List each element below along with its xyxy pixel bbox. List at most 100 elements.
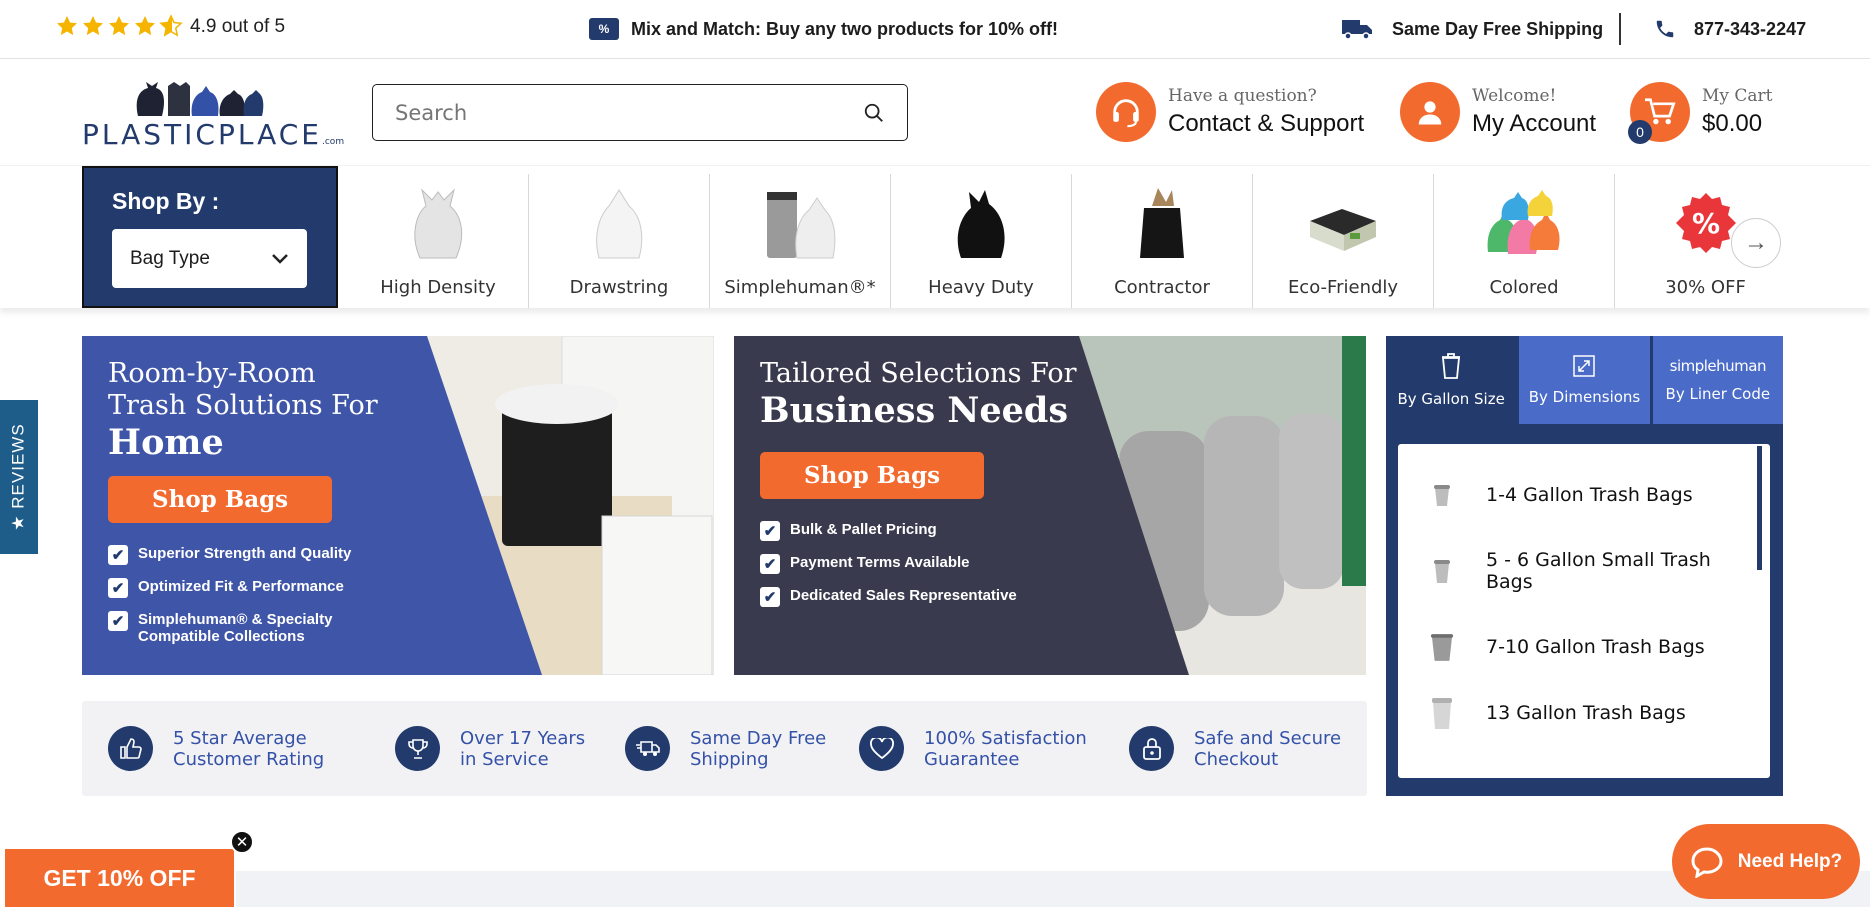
checkmark-icon: ✔ — [108, 611, 128, 631]
category-nav: Shop By : Bag Type High Density Drawstri… — [0, 165, 1870, 308]
tab-by-liner-code[interactable]: simplehuman By Liner Code — [1652, 336, 1783, 424]
home-banner-content: Room-by-Room Trash Solutions For Home Sh… — [108, 358, 408, 658]
logo-bags-icon — [134, 78, 264, 118]
category-heavy-duty[interactable]: Heavy Duty — [891, 174, 1072, 308]
divider — [1619, 13, 1621, 45]
list-item: ✔ Dedicated Sales Representative — [760, 587, 1077, 607]
promo-message[interactable]: % Mix and Match: Buy any two products fo… — [589, 18, 1058, 40]
checkmark-icon: ✔ — [108, 545, 128, 565]
support-caption: Have a question? — [1168, 86, 1317, 106]
contractor-bag-icon — [1122, 183, 1202, 263]
home-benefits-list: ✔ Superior Strength and Quality ✔ Optimize… — [108, 545, 408, 645]
reviews-side-tab[interactable]: ★ REVIEWS — [0, 400, 38, 554]
phone-icon — [1656, 20, 1674, 38]
arrow-right-icon: → — [1744, 229, 1768, 256]
gallon-size-list: 1-4 Gallon Trash Bags 5 - 6 Gallon Small… — [1398, 444, 1770, 778]
half-star-icon — [159, 14, 183, 37]
list-item[interactable]: 13 Gallon Trash Bags — [1398, 680, 1770, 746]
expand-icon — [1573, 355, 1596, 377]
list-item[interactable]: 5 - 6 Gallon Small Trash Bags — [1398, 528, 1770, 614]
close-icon[interactable]: ✕ — [230, 830, 254, 854]
medium-can-icon — [1430, 630, 1454, 664]
fast-shipping-icon — [625, 726, 670, 771]
small-can-icon — [1430, 478, 1454, 512]
search-input[interactable] — [395, 100, 863, 125]
feature-shipping: Same Day Free Shipping — [625, 726, 826, 771]
search-icon[interactable] — [863, 102, 885, 124]
trash-can-icon — [1442, 353, 1461, 379]
category-high-density[interactable]: High Density — [348, 174, 529, 308]
star-icon — [135, 16, 155, 36]
business-shop-bags-button[interactable]: Shop Bags — [760, 452, 985, 499]
rating-stars[interactable] — [55, 14, 183, 38]
kitchen-can-icon — [1430, 696, 1454, 730]
business-banner[interactable]: Tailored Selections For Business Needs S… — [734, 336, 1366, 675]
feature-secure-checkout: Safe and Secure Checkout — [1129, 726, 1341, 771]
home-banner-subtitle: Room-by-Room Trash Solutions For — [108, 358, 378, 421]
shop-by-dropdown[interactable]: Bag Type — [112, 229, 307, 288]
simplehuman-logo: simplehuman — [1669, 357, 1767, 375]
category-colored[interactable]: Colored — [1434, 174, 1615, 308]
list-item: ✔ Superior Strength and Quality — [108, 545, 408, 565]
svg-text:%: % — [1691, 207, 1719, 240]
colored-bags-icon — [1484, 183, 1564, 263]
search-bar[interactable] — [372, 84, 908, 141]
list-item[interactable]: 7-10 Gallon Trash Bags — [1398, 614, 1770, 680]
bag-finder-panel: By Gallon Size By Dimensions simplehuman… — [1386, 336, 1783, 796]
need-help-chat-button[interactable]: Need Help? — [1672, 824, 1860, 899]
business-banner-title: Business Needs — [760, 390, 1069, 431]
home-banner[interactable]: Room-by-Room Trash Solutions For Home Sh… — [82, 336, 714, 675]
category-drawstring[interactable]: Drawstring — [529, 174, 710, 308]
shop-by-panel: Shop By : Bag Type — [82, 166, 338, 308]
truck-icon — [1342, 20, 1372, 40]
account-label: My Account — [1472, 110, 1597, 137]
business-banner-subtitle: Tailored Selections For — [760, 358, 1077, 389]
list-item[interactable]: 1-4 Gallon Trash Bags — [1398, 462, 1770, 528]
tab-by-dimensions[interactable]: By Dimensions — [1519, 336, 1650, 424]
get-10-off-button[interactable]: GET 10% OFF — [5, 849, 234, 907]
phone-link[interactable]: 877-343-2247 — [1654, 18, 1806, 40]
clear-bag-icon — [398, 183, 478, 263]
small-can-icon — [1430, 554, 1454, 588]
cart-count-badge: 0 — [1628, 120, 1652, 144]
support-label: Contact & Support — [1168, 110, 1365, 137]
phone-number: 877-343-2247 — [1694, 18, 1807, 39]
checkmark-icon: ✔ — [760, 554, 780, 574]
checkmark-icon: ✔ — [108, 578, 128, 598]
shipping-info: Same Day Free Shipping — [1340, 18, 1603, 40]
heart-icon — [859, 726, 904, 771]
lock-icon — [1129, 726, 1174, 771]
rating-text: 4.9 out of 5 — [190, 16, 286, 37]
black-bag-icon — [941, 183, 1021, 263]
my-account-link[interactable]: Welcome! My Account — [1400, 82, 1596, 142]
tab-by-gallon-size[interactable]: By Gallon Size — [1386, 336, 1517, 424]
finder-tabs: By Gallon Size By Dimensions simplehuman… — [1386, 336, 1783, 424]
shop-by-title: Shop By : — [112, 188, 220, 214]
home-shop-bags-button[interactable]: Shop Bags — [108, 476, 333, 523]
shop-by-selected: Bag Type — [130, 247, 210, 269]
checkmark-icon: ✔ — [760, 521, 780, 541]
category-simplehuman[interactable]: Simplehuman®* — [710, 174, 891, 308]
logo-wordmark: PLASTICPLACE.com — [82, 118, 345, 151]
promo-text: Mix and Match: Buy any two products for … — [631, 18, 1059, 39]
category-next-button[interactable]: → — [1731, 218, 1781, 268]
home-banner-title: Home — [108, 422, 224, 463]
announcement-bar: 4.9 out of 5 % Mix and Match: Buy any tw… — [0, 0, 1870, 59]
cart-total: $0.00 — [1702, 110, 1763, 137]
list-item: ✔ Optimized Fit & Performance — [108, 578, 408, 598]
scrollbar[interactable] — [1757, 446, 1762, 570]
list-item: ✔ Payment Terms Available — [760, 554, 1077, 574]
category-contractor[interactable]: Contractor — [1072, 174, 1253, 308]
shipping-text: Same Day Free Shipping — [1392, 18, 1604, 39]
cart-caption: My Cart — [1702, 86, 1773, 106]
contact-support-link[interactable]: Have a question? Contact & Support — [1096, 82, 1364, 142]
category-eco-friendly[interactable]: Eco-Friendly — [1253, 174, 1434, 308]
thumbs-up-icon — [108, 726, 153, 771]
white-drawstring-bag-icon — [579, 183, 659, 263]
site-logo[interactable]: PLASTICPLACE.com — [82, 78, 344, 152]
account-caption: Welcome! — [1472, 86, 1557, 106]
section-divider — [236, 871, 1870, 907]
feature-rating: 5 Star Average Customer Rating — [108, 726, 324, 771]
cart-link[interactable]: 0 My Cart $0.00 — [1628, 82, 1773, 144]
business-banner-content: Tailored Selections For Business Needs S… — [760, 358, 1077, 620]
